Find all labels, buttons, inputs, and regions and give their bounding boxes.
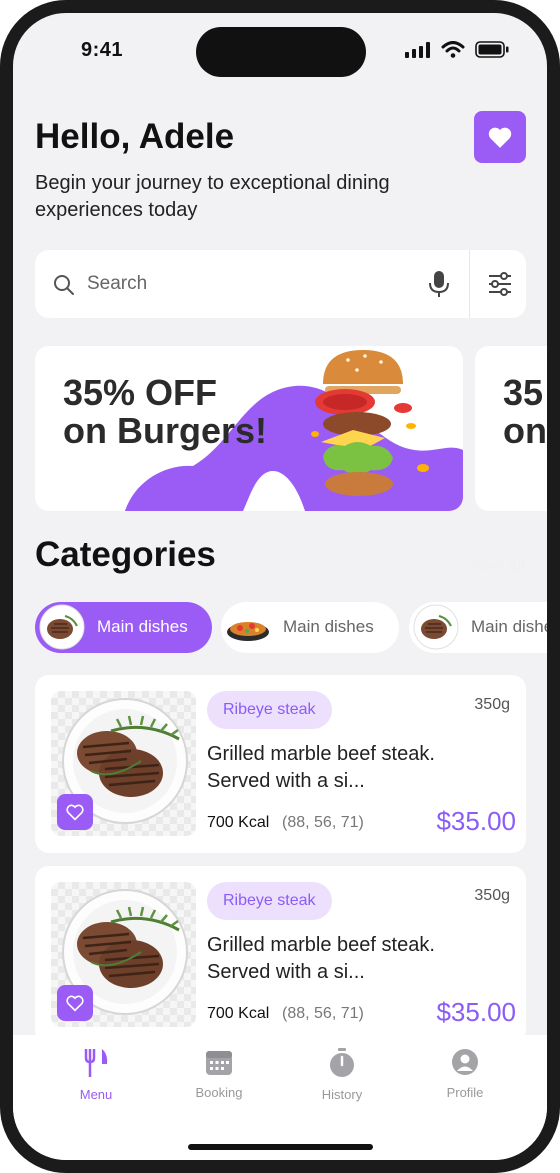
- microphone-icon[interactable]: [428, 270, 450, 298]
- category-chip-main-dishes[interactable]: Main dishes: [221, 602, 399, 653]
- search-divider: [469, 250, 470, 318]
- status-bar: 9:41: [13, 13, 547, 103]
- tab-history[interactable]: History: [297, 1048, 387, 1102]
- product-macros: (88, 56, 71): [282, 814, 364, 831]
- category-chip-main-dishes[interactable]: Main dishes: [409, 602, 560, 653]
- tab-label: Menu: [79, 1087, 113, 1102]
- heart-icon: [66, 804, 84, 821]
- product-description: Grilled marble beef steak. Served with a…: [207, 934, 435, 983]
- battery-icon: [475, 41, 509, 58]
- categories-title: Categories: [35, 535, 216, 574]
- product-card[interactable]: Ribeye steak 350g Grilled marble beef st…: [35, 675, 526, 853]
- product-weight: 350g: [474, 696, 510, 713]
- wifi-icon: [441, 41, 465, 58]
- burger-illustration: [311, 350, 429, 496]
- product-card[interactable]: Ribeye steak 350g Grilled marble beef st…: [35, 866, 526, 1044]
- greeting-title: Hello, Adele: [35, 117, 235, 156]
- category-chip-label: Main dishes: [471, 617, 560, 636]
- product-kcal: 700 Kcal: [207, 814, 270, 831]
- promo-title: 35% OFF on Burgers!: [63, 372, 268, 451]
- tab-bar: Menu Booking History Profile: [13, 1035, 547, 1160]
- signal-icon: [405, 41, 430, 58]
- see-all-link[interactable]: See all: [473, 556, 525, 576]
- product-price: $35.00: [436, 806, 516, 836]
- product-image: [51, 882, 196, 1027]
- profile-icon: [452, 1049, 478, 1075]
- product-kcal: 700 Kcal: [207, 1005, 270, 1022]
- search-icon: [54, 275, 74, 295]
- heart-icon: [66, 995, 84, 1012]
- tab-menu[interactable]: Menu: [51, 1048, 141, 1102]
- promo-banner-next[interactable]: 35 on: [475, 346, 547, 511]
- product-price: $35.00: [436, 997, 516, 1027]
- category-chip-label: Main dishes: [283, 617, 374, 636]
- tab-label: History: [321, 1087, 363, 1102]
- steak-thumbnail: [39, 604, 85, 650]
- search-bar: Search: [35, 250, 526, 318]
- product-weight: 350g: [474, 887, 510, 904]
- home-indicator: [188, 1144, 373, 1150]
- product-macros: (88, 56, 71): [282, 1005, 364, 1022]
- paella-thumbnail: [227, 622, 269, 641]
- fork-knife-icon: [84, 1049, 108, 1077]
- product-image: [51, 691, 196, 836]
- tab-profile[interactable]: Profile: [420, 1048, 510, 1100]
- category-chip-main-dishes[interactable]: Main dishes: [35, 602, 212, 653]
- phone-frame: 9:41 Hello, Adele Begin your journey to …: [0, 0, 560, 1173]
- heart-icon: [488, 127, 512, 148]
- promo-banner-burgers[interactable]: 35% OFF on Burgers!: [35, 346, 463, 511]
- filter-icon[interactable]: [487, 271, 513, 297]
- product-tag: Ribeye steak: [207, 691, 332, 729]
- category-chip-label: Main dishes: [97, 617, 188, 636]
- calendar-icon: [206, 1051, 232, 1075]
- tab-label: Profile: [446, 1085, 484, 1100]
- greeting-subtitle: Begin your journey to exceptional dining…: [35, 172, 390, 221]
- steak-thumbnail: [413, 604, 459, 650]
- tab-booking[interactable]: Booking: [174, 1048, 264, 1100]
- tab-label: Booking: [195, 1085, 243, 1100]
- favorites-button[interactable]: [474, 111, 526, 163]
- favorite-button[interactable]: [57, 794, 93, 830]
- dynamic-island: [196, 27, 366, 77]
- favorite-button[interactable]: [57, 985, 93, 1021]
- promo-title: 35 on: [503, 372, 547, 451]
- product-description: Grilled marble beef steak. Served with a…: [207, 743, 435, 792]
- status-time: 9:41: [81, 39, 124, 61]
- stopwatch-icon: [330, 1048, 354, 1077]
- status-icons: [405, 41, 509, 58]
- product-tag: Ribeye steak: [207, 882, 332, 920]
- search-input[interactable]: Search: [87, 273, 147, 295]
